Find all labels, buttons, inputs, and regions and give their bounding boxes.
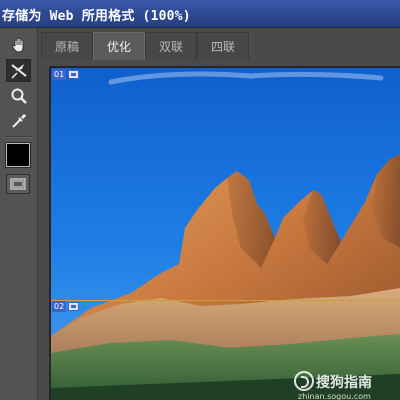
slice-visibility-icon [10, 178, 26, 190]
view-tabs: 原稿 优化 双联 四联 [41, 32, 400, 60]
hand-icon [11, 37, 23, 52]
tool-panel [0, 28, 38, 400]
tab-original[interactable]: 原稿 [41, 32, 93, 59]
slice-badge[interactable]: 01 [52, 69, 80, 80]
slice-number: 02 [52, 301, 67, 312]
slice-select-icon [10, 63, 27, 79]
magnifier-icon [11, 88, 27, 104]
title-bar[interactable]: 存储为 Web 所用格式 (100%) [0, 0, 400, 28]
hand-tool-button[interactable] [6, 33, 31, 56]
tab-optimized[interactable]: 优化 [93, 32, 145, 60]
window-title: 存储为 Web 所用格式 (100%) [2, 9, 191, 24]
slice-divider-line[interactable] [51, 300, 400, 301]
slice-badge[interactable]: 02 [52, 301, 80, 312]
image-preview-area[interactable]: 01 02 [49, 66, 400, 400]
eyedropper-color-swatch[interactable] [5, 142, 31, 168]
slice-select-tool-button[interactable] [6, 59, 31, 82]
eyedropper-icon [11, 113, 26, 128]
watermark-name: 搜狗指南 [316, 375, 372, 391]
photo-preview [51, 68, 400, 400]
eyedropper-tool-button[interactable] [6, 109, 31, 132]
toolbar-divider [5, 136, 32, 138]
sogou-watermark: 搜狗指南 zhinan.sogou.com [294, 371, 400, 400]
zoom-tool-button[interactable] [6, 84, 31, 107]
slice-number: 01 [52, 69, 67, 80]
tab-4-up[interactable]: 四联 [197, 32, 249, 59]
toggle-slice-visibility-button[interactable] [6, 174, 30, 194]
sogou-logo-icon [294, 371, 314, 391]
watermark-url: zhinan.sogou.com [298, 392, 371, 400]
tab-2-up[interactable]: 双联 [145, 32, 197, 59]
save-for-web-window: 存储为 Web 所用格式 (100%) 原稿 优化 双联 四联 01 02 搜狗… [0, 0, 400, 400]
slice-image-icon [68, 302, 80, 311]
slice-image-icon [68, 70, 80, 79]
dialog-body: 原稿 优化 双联 四联 01 02 搜狗指南 zhinan.sogou.com [0, 28, 400, 400]
